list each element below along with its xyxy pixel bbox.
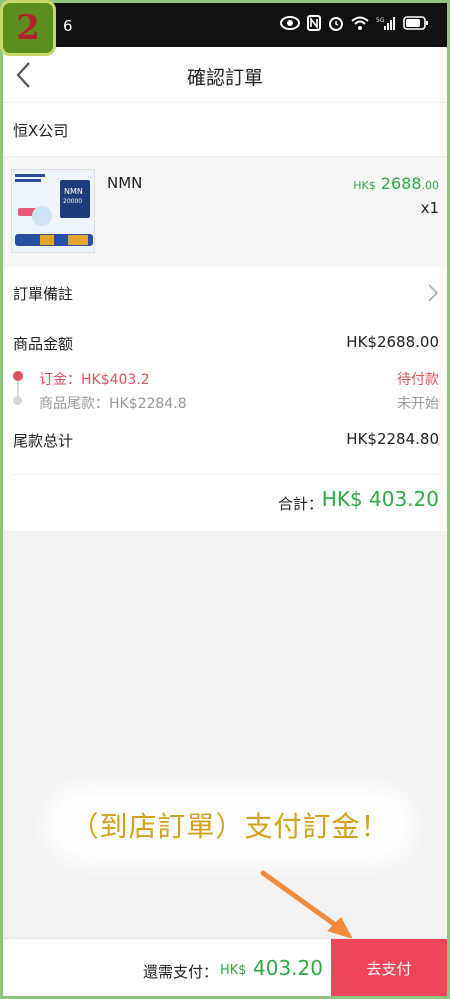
product-price-integer: 2688 [380, 174, 422, 193]
balance-total-row: 尾款总计 HK$2284.80 [13, 430, 439, 451]
balance-total-value: HK$2284.80 [346, 430, 439, 448]
status-time: 6 [63, 17, 73, 35]
battery-icon [403, 16, 428, 30]
deposit-status: 待付款 [397, 372, 439, 388]
shop-header: 恒X公司 [3, 103, 447, 157]
divider [13, 474, 439, 475]
nav-bar: 確認訂單 [3, 47, 447, 103]
checkout-bar: 還需支付： HK$ 403.20 去支付 [3, 938, 447, 996]
step-connector [17, 381, 19, 397]
alarm-icon [329, 17, 343, 31]
balance-total-label: 尾款总计 [13, 432, 74, 450]
status-bar: 6 5G [3, 3, 447, 47]
product-price-currency: HK$ [353, 179, 376, 192]
total-label: 合計： [278, 495, 324, 513]
amount-due-currency: HK$ [220, 963, 247, 978]
app-screen: 6 5G 確認訂單 恒X公司 NMN 20000 NMN HK$ 2688.00… [3, 3, 447, 996]
amount-due-value: 403.20 [253, 956, 323, 980]
step-number: 2 [16, 8, 40, 48]
svg-text:5G: 5G [376, 17, 385, 24]
nfc-icon [307, 15, 321, 31]
goods-amount-label: 商品金额 [13, 335, 74, 353]
product-price-decimal: .00 [421, 179, 440, 192]
balance-row: 商品尾款：HK$2284.8 未开始 [39, 393, 439, 413]
amount-due-label: 還需支付： [143, 963, 219, 981]
deposit-step-dot [13, 371, 23, 381]
chevron-right-icon [428, 284, 439, 302]
step-badge: 2 [0, 0, 56, 56]
goods-amount-value: HK$2688.00 [346, 333, 439, 351]
pay-button[interactable]: 去支付 [331, 939, 447, 996]
amount-summary: 商品金额 HK$2688.00 订金：HK$403.2 待付款 商品尾款：HK$… [3, 319, 447, 531]
product-image-sublabel: 20000 [63, 198, 82, 205]
total-amount: HK$ 403.20 [321, 487, 439, 511]
status-icons: 5G [280, 15, 429, 31]
product-name: NMN [107, 174, 143, 192]
balance-step-dot [13, 396, 22, 405]
product-image: NMN 20000 [11, 169, 95, 253]
annotation-caption: （到店訂單）支付訂金！ [55, 795, 405, 855]
product-price: HK$ 2688.00 [353, 174, 439, 193]
annotation-caption-text: （到店訂單）支付訂金！ [70, 810, 390, 843]
deposit-label: 订金：HK$403.2 [39, 372, 150, 388]
product-quantity: x1 [420, 199, 439, 217]
order-notes-label: 訂單備註 [13, 285, 74, 303]
wifi-icon [351, 16, 369, 30]
product-row: NMN 20000 NMN HK$ 2688.00 x1 [3, 157, 447, 267]
goods-amount-row: 商品金额 HK$2688.00 [13, 333, 439, 354]
balance-label: 商品尾款：HK$2284.8 [39, 396, 187, 412]
shop-name: 恒X公司 [13, 122, 69, 140]
balance-status: 未开始 [397, 396, 439, 412]
order-notes-row[interactable]: 訂單備註 [3, 267, 447, 319]
eye-icon [280, 16, 300, 30]
product-image-label: NMN [64, 187, 83, 196]
deposit-row: 订金：HK$403.2 待付款 [39, 369, 439, 389]
signal-icon: 5G [376, 17, 395, 30]
annotation-arrow-icon [260, 870, 353, 939]
page-title: 確認訂單 [186, 67, 263, 89]
